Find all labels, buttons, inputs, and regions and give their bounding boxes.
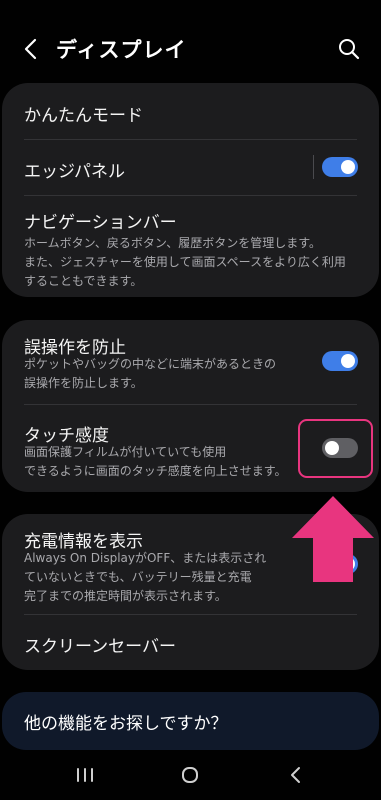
desc-line: また、ジェスチャーを使用して画面スペースをより広く利用 (24, 255, 346, 269)
edge-panel-title: エッジパネル (24, 162, 125, 182)
search-button[interactable] (334, 34, 364, 64)
easy-mode-title: かんたんモード (24, 106, 143, 126)
display-settings-card-1: かんたんモード エッジパネル ナビゲーションバー ホームボタン、戻るボタン、履歴… (2, 83, 379, 297)
back-icon (291, 767, 300, 783)
desc-line: ポケットやバッグの中などに端末があるときの (24, 357, 277, 371)
accidental-touch-toggle[interactable] (322, 351, 358, 371)
home-icon (182, 767, 198, 783)
back-button[interactable] (14, 32, 48, 66)
looking-for-something-else-card[interactable]: 他の機能をお探しですか？ (2, 692, 379, 750)
recents-icon (77, 768, 93, 782)
search-icon (339, 39, 360, 60)
desc-line: 完了までの推定時間が表示されます。 (24, 589, 227, 603)
touch-sensitivity-desc: 画面保護フィルムが付いていても使用 できるように画面のタッチ感度を向上させます。 (24, 443, 339, 481)
app-header: ディスプレイ (0, 0, 381, 80)
highlight-box (298, 419, 373, 478)
desc-line: ていないときでも、バッテリー残量と充電 (24, 570, 252, 584)
system-navigation-bar (0, 752, 381, 800)
home-button[interactable] (177, 764, 203, 786)
looking-for-something-else-label: 他の機能をお探しですか？ (24, 714, 228, 734)
toggle-knob (341, 160, 355, 174)
screen-saver-title: スクリーンセーバー (24, 637, 176, 657)
recents-button[interactable] (72, 764, 98, 786)
desc-line: 画面保護フィルムが付いていても使用 (24, 445, 227, 459)
page-title: ディスプレイ (56, 38, 187, 62)
accidental-touch-row[interactable]: 誤操作を防止 ポケットやバッグの中などに端末があるときの 誤操作を防止します。 (2, 320, 379, 406)
toggle-knob (341, 354, 355, 368)
screen-saver-row[interactable]: スクリーンセーバー (2, 615, 379, 670)
desc-line: できるように画面のタッチ感度を向上させます。 (24, 464, 287, 478)
edge-panel-toggle[interactable] (322, 157, 358, 177)
navigation-bar-row[interactable]: ナビゲーションバー ホームボタン、戻るボタン、履歴ボタンを管理します。 また、ジ… (2, 196, 379, 297)
charging-info-desc: Always On DisplayがOFF、または表示され ていないときでも、バ… (24, 549, 314, 606)
accidental-touch-desc: ポケットやバッグの中などに端末があるときの 誤操作を防止します。 (24, 355, 339, 393)
navigation-bar-title: ナビゲーションバー (24, 213, 177, 233)
desc-line: ホームボタン、戻るボタン、履歴ボタンを管理します。 (24, 236, 322, 250)
desc-line: 誤操作を防止します。 (24, 376, 143, 390)
vertical-separator (313, 155, 314, 179)
back-nav-button[interactable] (283, 764, 309, 786)
desc-line: することもできます。 (24, 274, 143, 288)
navigation-bar-desc: ホームボタン、戻るボタン、履歴ボタンを管理します。 また、ジェスチャーを使用して… (24, 234, 369, 291)
up-arrow-icon (292, 496, 374, 582)
easy-mode-row[interactable]: かんたんモード (2, 83, 379, 140)
edge-panel-row[interactable]: エッジパネル (2, 140, 379, 196)
divider (24, 404, 357, 405)
desc-line: Always On DisplayがOFF、または表示され (24, 551, 267, 565)
chevron-left-icon (24, 38, 37, 60)
